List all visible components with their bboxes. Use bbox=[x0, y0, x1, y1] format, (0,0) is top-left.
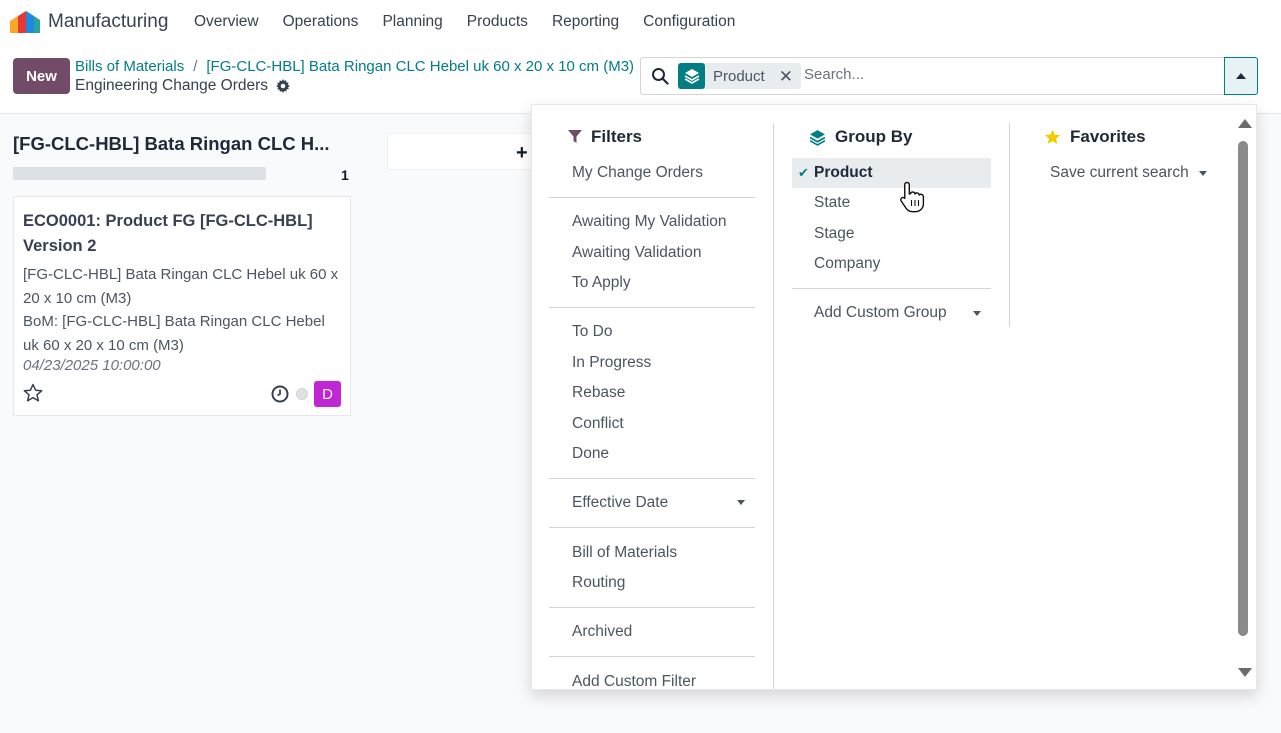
layers-icon bbox=[678, 63, 705, 89]
filter-bill-of-materials[interactable]: Bill of Materials bbox=[572, 544, 677, 562]
filters-header: Filters bbox=[568, 127, 642, 147]
hand-pointer-cursor-icon bbox=[900, 181, 925, 213]
caret-down-icon[interactable] bbox=[737, 500, 745, 505]
divider bbox=[549, 656, 755, 657]
column-divider bbox=[773, 123, 774, 689]
quick-add-column-button[interactable]: + bbox=[387, 133, 537, 170]
card-product-line: 20 x 10 cm (M3) bbox=[23, 290, 132, 307]
favorites-header: Favorites bbox=[1044, 127, 1146, 147]
column-count: 1 bbox=[341, 167, 349, 183]
menu-operations[interactable]: Operations bbox=[283, 13, 359, 31]
filter-to-apply[interactable]: To Apply bbox=[572, 274, 631, 292]
facet-label: Product bbox=[713, 67, 765, 85]
group-by-stage[interactable]: Stage bbox=[814, 225, 855, 243]
menu-products[interactable]: Products bbox=[467, 13, 528, 31]
column-progress-bar[interactable] bbox=[13, 167, 266, 180]
filter-conflict[interactable]: Conflict bbox=[572, 415, 624, 433]
caret-up-icon bbox=[1236, 73, 1246, 79]
star-icon bbox=[1044, 129, 1061, 144]
scroll-up-arrow-icon[interactable] bbox=[1238, 118, 1252, 128]
remove-facet-icon[interactable]: ✕ bbox=[779, 68, 793, 85]
divider bbox=[549, 307, 755, 308]
status-dot[interactable] bbox=[296, 388, 308, 400]
manufacturing-app-icon[interactable] bbox=[10, 11, 40, 33]
add-custom-filter[interactable]: Add Custom Filter bbox=[572, 673, 696, 689]
page-title-text: Engineering Change Orders bbox=[75, 77, 269, 94]
main-menu: Overview Operations Planning Products Re… bbox=[194, 13, 759, 31]
card-date: 04/23/2025 10:00:00 bbox=[23, 357, 161, 374]
top-navbar: Manufacturing Overview Operations Planni… bbox=[0, 0, 1281, 46]
divider bbox=[792, 288, 991, 289]
menu-configuration[interactable]: Configuration bbox=[643, 13, 735, 31]
kanban-column-title[interactable]: [FG-CLC-HBL] Bata Ringan CLC H... bbox=[13, 133, 330, 155]
layers-icon bbox=[809, 129, 826, 146]
group-by-state[interactable]: State bbox=[814, 194, 850, 212]
search-input[interactable] bbox=[804, 66, 1214, 83]
app-name[interactable]: Manufacturing bbox=[48, 11, 168, 33]
group-by-company[interactable]: Company bbox=[814, 255, 880, 273]
breadcrumb-bills-of-materials[interactable]: Bills of Materials bbox=[75, 58, 184, 75]
avatar[interactable]: D bbox=[314, 381, 341, 407]
filter-routing[interactable]: Routing bbox=[572, 574, 625, 592]
search-panel-toggle-button[interactable] bbox=[1224, 57, 1258, 95]
search-panel-dropdown: Filters My Change Orders Awaiting My Val… bbox=[531, 104, 1257, 690]
divider bbox=[549, 527, 755, 528]
filter-done[interactable]: Done bbox=[572, 445, 609, 463]
caret-down-icon[interactable] bbox=[973, 311, 981, 316]
save-current-search[interactable]: Save current search bbox=[1050, 164, 1189, 182]
menu-reporting[interactable]: Reporting bbox=[552, 13, 619, 31]
page-title: Engineering Change Orders bbox=[75, 77, 291, 95]
scrollbar-thumb[interactable] bbox=[1238, 141, 1248, 636]
favorites-title: Favorites bbox=[1070, 127, 1146, 146]
group-by-header: Group By bbox=[809, 127, 912, 147]
card-title: ECO0001: Product FG [FG-CLC-HBL] Version… bbox=[23, 212, 313, 255]
check-icon: ✔ bbox=[798, 165, 809, 180]
divider bbox=[549, 607, 755, 608]
filters-title: Filters bbox=[591, 127, 643, 146]
filter-rebase[interactable]: Rebase bbox=[572, 384, 625, 402]
search-icon[interactable] bbox=[651, 67, 669, 85]
menu-planning[interactable]: Planning bbox=[382, 13, 442, 31]
filter-awaiting-validation[interactable]: Awaiting Validation bbox=[572, 244, 702, 262]
gear-icon[interactable] bbox=[276, 79, 291, 93]
filter-my-change-orders[interactable]: My Change Orders bbox=[572, 164, 703, 182]
breadcrumb-separator: / bbox=[193, 58, 198, 75]
filter-archived[interactable]: Archived bbox=[572, 623, 632, 641]
filter-awaiting-my-validation[interactable]: Awaiting My Validation bbox=[572, 213, 727, 231]
card-bom-line: uk 60 x 20 x 10 cm (M3) bbox=[23, 337, 184, 354]
filter-to-do[interactable]: To Do bbox=[572, 323, 613, 341]
caret-down-icon[interactable] bbox=[1199, 171, 1207, 176]
card-bom-line: BoM: [FG-CLC-HBL] Bata Ringan CLC Hebel bbox=[23, 313, 325, 330]
filter-in-progress[interactable]: In Progress bbox=[572, 354, 651, 372]
group-by-product[interactable]: Product bbox=[814, 164, 873, 182]
filter-effective-date[interactable]: Effective Date bbox=[572, 494, 668, 512]
plus-icon: + bbox=[516, 142, 528, 164]
clock-icon[interactable] bbox=[271, 385, 289, 403]
scroll-down-arrow-icon[interactable] bbox=[1238, 668, 1252, 678]
breadcrumb: Bills of Materials / [FG-CLC-HBL] Bata Rin… bbox=[75, 58, 634, 75]
divider bbox=[549, 197, 755, 198]
menu-overview[interactable]: Overview bbox=[194, 13, 259, 31]
search-bar[interactable]: Product ✕ bbox=[640, 57, 1225, 95]
breadcrumb-product[interactable]: [FG-CLC-HBL] Bata Ringan CLC Hebel uk 60… bbox=[206, 58, 634, 75]
new-button[interactable]: New bbox=[13, 58, 70, 94]
divider bbox=[549, 478, 755, 479]
group-by-title: Group By bbox=[835, 127, 913, 146]
add-custom-group[interactable]: Add Custom Group bbox=[814, 304, 947, 322]
star-icon[interactable] bbox=[23, 383, 43, 403]
card-product-line: [FG-CLC-HBL] Bata Ringan CLC Hebel uk 60… bbox=[23, 266, 339, 283]
column-divider bbox=[1009, 123, 1010, 327]
kanban-card[interactable]: ECO0001: Product FG [FG-CLC-HBL] Version… bbox=[13, 196, 351, 416]
filter-icon bbox=[568, 130, 582, 143]
search-facet-product: Product ✕ bbox=[678, 63, 801, 89]
